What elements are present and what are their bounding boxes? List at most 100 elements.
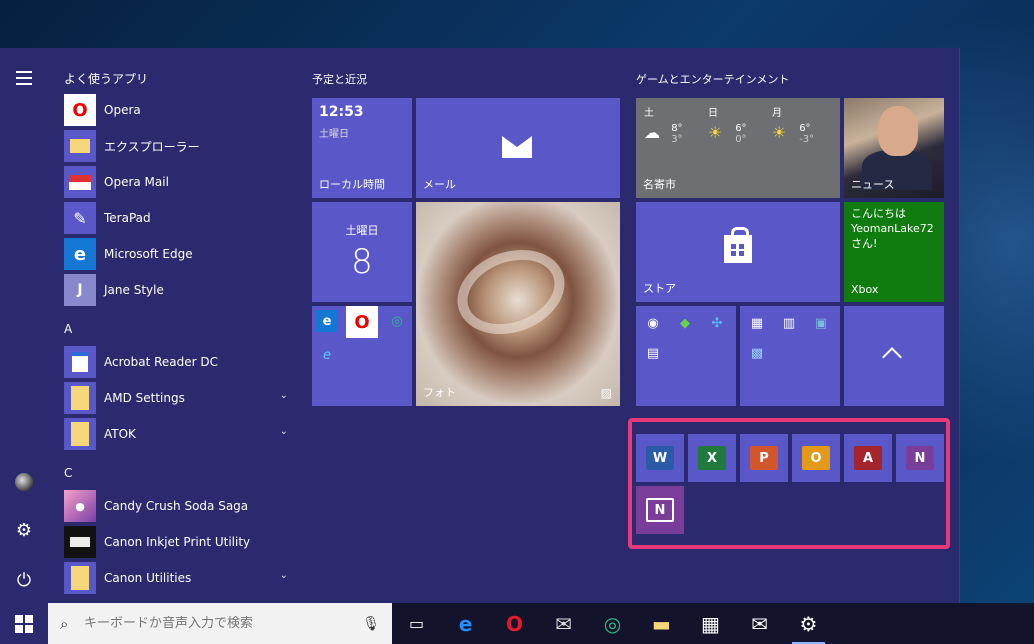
settings-button[interactable]: ⚙ [0, 510, 48, 550]
app-item-terapad[interactable]: ✎ TeraPad [64, 201, 294, 235]
group-title-schedule[interactable]: 予定と近況 [312, 71, 367, 87]
tile-weather[interactable]: 土 ☁ 8° 3° 日 ☀ 6° 0° 月 ☀ 6° -3° 名寄市 [636, 98, 840, 198]
folder-icon [64, 418, 96, 450]
tile-folder-apps[interactable]: e O ◎ e [312, 306, 412, 406]
app-item-explorer[interactable]: エクスプローラー [64, 129, 294, 163]
taskbar-opera-gx[interactable]: ◎ [588, 603, 637, 644]
folder-icon: ▬ [652, 611, 671, 636]
powerpoint-icon: P [750, 446, 778, 470]
tile-powerpoint[interactable]: P [740, 434, 788, 482]
tile-folder-media[interactable]: ▦ ▥ ▣ ▩ [740, 306, 840, 406]
app-label: エクスプローラー [104, 139, 200, 154]
taskbar-opera[interactable]: O [490, 603, 539, 644]
network-icon: ✣ [711, 315, 723, 331]
app-item-jane-style[interactable]: J Jane Style [64, 273, 294, 307]
hamburger-menu-button[interactable] [0, 58, 48, 98]
onenote-icon: N [906, 446, 934, 470]
tile-word[interactable]: W [636, 434, 684, 482]
maps-icon: ◆ [680, 315, 690, 331]
app-item-canon-utilities[interactable]: Canon Utilities ⌄ [64, 561, 294, 595]
taskbar-edge[interactable]: e [441, 603, 490, 644]
store-icon [724, 227, 752, 263]
search-input[interactable] [84, 616, 363, 631]
app-label: AMD Settings [104, 391, 185, 405]
tile-xbox[interactable]: こんにちは YeomanLake72 さん! Xbox [844, 202, 944, 302]
weather-day-label: 土 [644, 108, 654, 119]
movie-icon: ▤ [646, 345, 660, 361]
task-view-button[interactable]: ▭ [392, 603, 441, 644]
taskbar-mail[interactable]: ✉ [735, 603, 784, 644]
app-label: ATOK [104, 427, 136, 441]
power-button[interactable]: ⏻ [0, 560, 48, 600]
app-item-opera-mail[interactable]: Opera Mail [64, 165, 294, 199]
folder-icon [64, 562, 96, 594]
taskbar-explorer[interactable]: ▬ [637, 603, 686, 644]
chevron-down-icon[interactable]: ⌄ [280, 390, 288, 401]
tile-news[interactable]: ニュース [844, 98, 944, 198]
tile-folder-utilities[interactable]: ◉ ◆ ✣ ▤ [636, 306, 736, 406]
power-icon: ⏻ [16, 569, 32, 591]
windows-icon [15, 614, 33, 633]
tile-store[interactable]: ストア [636, 202, 840, 302]
start-menu: ⚙ ⏻ よく使うアプリ O Opera エクスプローラー Opera Mail … [0, 48, 960, 603]
avatar [15, 473, 33, 491]
tile-mail[interactable]: メール [416, 98, 620, 198]
weather-day: 日 ☀ 6° 0° [708, 104, 768, 145]
app-item-canon-inkjet[interactable]: Canon Inkjet Print Utility [64, 525, 294, 559]
tile-access[interactable]: A [844, 434, 892, 482]
app-label: Opera Mail [104, 175, 169, 189]
weather-low: -3° [799, 134, 815, 145]
app-item-atok[interactable]: ATOK ⌄ [64, 417, 294, 451]
tile-label: Xbox [851, 283, 879, 296]
mail-icon: ✉ [751, 611, 768, 636]
tile-outlook[interactable]: O [792, 434, 840, 482]
groove-icon: ◉ [647, 315, 659, 331]
weather-high: 8° [671, 123, 683, 134]
edge-icon: e [316, 310, 338, 332]
app-item-amd-settings[interactable]: AMD Settings ⌄ [64, 381, 294, 415]
opera-mail-icon [64, 166, 96, 198]
taskbar-settings[interactable]: ⚙ [784, 603, 833, 644]
section-letter-c[interactable]: C [64, 466, 72, 480]
tile-collapse-folder[interactable] [844, 306, 944, 406]
chevron-up-icon [882, 347, 902, 367]
app-list: よく使うアプリ O Opera エクスプローラー Opera Mail ✎ Te… [48, 48, 298, 603]
edge-icon: e [458, 611, 473, 636]
weather-high: 6° [735, 123, 747, 134]
tile-onenote[interactable]: N [896, 434, 944, 482]
tile-label: ローカル時間 [319, 178, 385, 191]
tile-calendar[interactable]: 土曜日 8 [312, 202, 412, 302]
search-box[interactable]: ⌕ 🎙 [48, 603, 392, 644]
folder-icon [64, 382, 96, 414]
chevron-down-icon[interactable]: ⌄ [280, 570, 288, 581]
section-letter-a[interactable]: A [64, 322, 72, 336]
taskbar-store[interactable]: ▦ [686, 603, 735, 644]
user-avatar-button[interactable] [0, 462, 48, 502]
tile-onenote-app[interactable]: N [636, 486, 684, 534]
tile-photos[interactable]: フォト ▨ [416, 202, 620, 406]
group-title-entertainment[interactable]: ゲームとエンターテインメント [636, 71, 789, 87]
app-item-opera[interactable]: O Opera [64, 93, 294, 127]
tile-clock[interactable]: 12:53 土曜日 ローカル時間 [312, 98, 412, 198]
weather-low: 3° [671, 134, 683, 145]
video-icon: ▣ [814, 315, 828, 331]
tile-label: メール [423, 178, 456, 191]
start-button[interactable] [0, 603, 48, 644]
tile-excel[interactable]: X [688, 434, 736, 482]
gear-icon: ⚙ [799, 611, 818, 636]
ie-icon: e [323, 347, 331, 363]
taskbar-opera-mail[interactable]: ✉ [539, 603, 588, 644]
app-item-candy-crush[interactable]: ● Candy Crush Soda Saga [64, 489, 294, 523]
tile-label: ニュース [851, 178, 895, 191]
app-item-edge[interactable]: e Microsoft Edge [64, 237, 294, 271]
weather-day: 土 ☁ 8° 3° [644, 104, 704, 145]
app-item-acrobat[interactable]: Acrobat Reader DC [64, 345, 294, 379]
microphone-icon[interactable]: 🎙 [362, 616, 380, 632]
chevron-down-icon[interactable]: ⌄ [280, 426, 288, 437]
start-rail: ⚙ ⏻ [0, 48, 48, 603]
outlook-icon: O [802, 446, 830, 470]
clock-day: 土曜日 [319, 129, 349, 140]
weather-day-label: 日 [708, 108, 718, 119]
opera-mail-icon: ✉ [555, 611, 572, 636]
weather-high: 6° [799, 123, 811, 134]
